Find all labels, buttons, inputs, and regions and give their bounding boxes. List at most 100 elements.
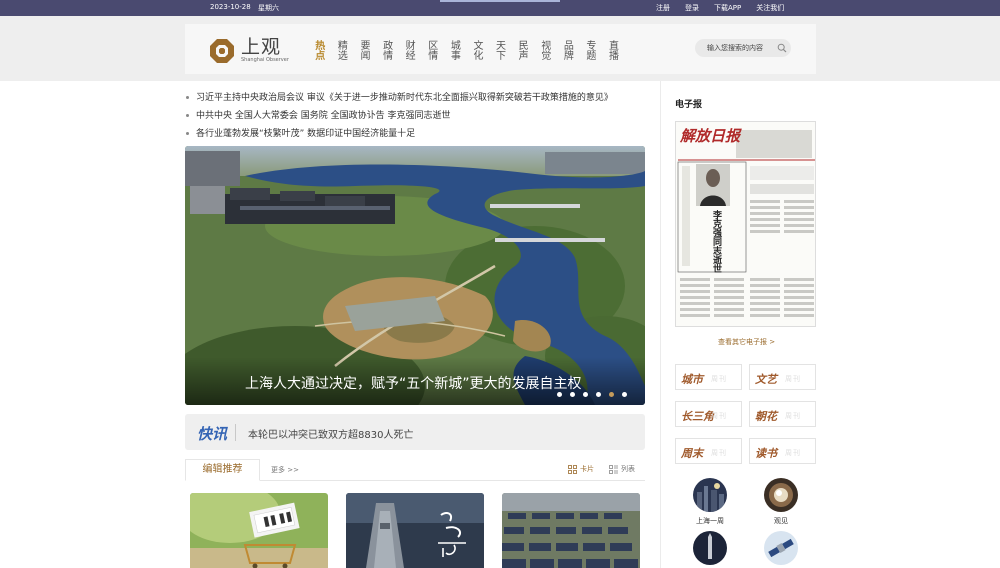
pick-thumbnail-navy[interactable]: [346, 493, 484, 568]
channel-shanghai-weekly[interactable]: [693, 478, 727, 512]
paper-ext: 周刊: [785, 375, 801, 383]
main-nav: 热点 精选 要闻 政情 财经 区情 城事 文化 天下 民声 视觉 品牌 专题 直…: [307, 36, 623, 64]
current-weekday: 星期六: [258, 4, 279, 12]
search-input[interactable]: [707, 42, 772, 54]
list-view-label: 列表: [621, 465, 635, 473]
pick-thumbnail-solar[interactable]: [502, 493, 640, 568]
hero-caption[interactable]: 上海人大通过决定，赋予“五个新城”更大的发展自主权: [245, 373, 582, 393]
logo-octagon-icon: [210, 39, 234, 63]
channel-label: 上海一周: [696, 517, 724, 525]
flash-divider: [235, 424, 236, 441]
logo-subtitle: Shanghai Observer: [241, 57, 289, 63]
channel-label: 观见: [774, 517, 788, 525]
pick-thumbnail-shopping[interactable]: [190, 493, 328, 568]
headline-item[interactable]: 各行业蓬勃发展“枝繁叶茂” 数据印证中国经济能量十足: [186, 125, 646, 143]
epaper-section-title: 电子报: [675, 100, 703, 110]
header: 上观 Shanghai Observer 热点 精选 要闻 政情 财经 区情 城…: [185, 24, 816, 74]
paper-name: 读书: [755, 447, 777, 460]
top-links: 注册 登录 下载APP 关注我们: [656, 3, 784, 13]
register-link[interactable]: 注册: [656, 3, 670, 13]
paper-button-weekend[interactable]: 周末 周刊: [675, 438, 742, 464]
rocket-image: [693, 531, 727, 565]
list-view-toggle[interactable]: 列表: [609, 464, 635, 474]
paper-name: 文艺: [755, 373, 777, 386]
nav-item-topics[interactable]: 专题: [578, 36, 601, 64]
nav-item-districts[interactable]: 区情: [420, 36, 443, 64]
carousel-dot[interactable]: [570, 392, 575, 397]
paper-ext: 周刊: [711, 375, 727, 383]
epaper-masthead: 解放日报: [680, 127, 741, 145]
more-link[interactable]: 更多 >>: [271, 465, 299, 475]
top-bar: 2023-10-28 星期六 注册 登录 下载APP 关注我们: [0, 0, 1000, 16]
header-band: 上观 Shanghai Observer 热点 精选 要闻 政情 财经 区情 城…: [0, 16, 1000, 81]
nav-item-finance[interactable]: 财经: [397, 36, 420, 64]
paper-button-arts[interactable]: 文艺 周刊: [749, 364, 816, 390]
paper-name: 周末: [681, 447, 703, 460]
paper-name: 朝花: [755, 410, 777, 423]
grid-icon: [568, 464, 577, 474]
more-epapers-link[interactable]: 查看其它电子报 >: [718, 337, 775, 347]
paper-ext: 周刊: [711, 449, 727, 457]
site-logo[interactable]: 上观 Shanghai Observer: [209, 32, 299, 66]
nav-item-brand[interactable]: 品牌: [556, 36, 579, 64]
shopping-cart-image: [190, 493, 328, 568]
card-view-toggle[interactable]: 卡片: [568, 464, 594, 474]
channel-fourth[interactable]: [764, 531, 798, 565]
channel-guanjian[interactable]: [764, 478, 798, 512]
headline-item[interactable]: 习近平主持中央政治局会议 审议《关于进一步推动新时代东北全面振兴取得新突破若干政…: [186, 89, 646, 107]
flash-news-logo: 快讯: [197, 425, 228, 443]
card-view-label: 卡片: [580, 465, 594, 473]
search-icon[interactable]: [777, 43, 787, 53]
paper-button-yangtze-delta[interactable]: 长三角 周刊: [675, 401, 742, 427]
hero-carousel[interactable]: 上海人大通过决定，赋予“五个新城”更大的发展自主权: [185, 146, 645, 405]
follow-us-link[interactable]: 关注我们: [756, 3, 784, 13]
carousel-dot[interactable]: [622, 392, 627, 397]
headline-item[interactable]: 中共中央 全国人大常委会 国务院 全国政协讣告 李克强同志逝世: [186, 107, 646, 125]
nav-item-hot[interactable]: 热点: [307, 36, 330, 64]
paper-ext: 周刊: [785, 412, 801, 420]
carousel-dots: [557, 392, 627, 397]
nav-item-politics[interactable]: 政情: [375, 36, 398, 64]
logo-name: 上观: [241, 36, 282, 58]
nav-item-world[interactable]: 天下: [488, 36, 511, 64]
paper-button-city[interactable]: 城市 周刊: [675, 364, 742, 390]
newspaper-image: [676, 122, 815, 326]
paper-ext: 周刊: [711, 412, 727, 420]
carousel-dot[interactable]: [583, 392, 588, 397]
city-night-image: [693, 478, 727, 512]
search-box: [695, 39, 791, 57]
carousel-dot[interactable]: [557, 392, 562, 397]
epaper-front-page[interactable]: 解放日报 李克强同志逝世: [675, 121, 816, 327]
warship-image: [346, 493, 484, 568]
current-date: 2023-10-28: [210, 3, 251, 11]
paper-name: 长三角: [681, 410, 714, 423]
paper-name: 城市: [681, 373, 703, 386]
flash-news-text[interactable]: 本轮巴以冲突已致双方超8830人死亡: [248, 426, 413, 441]
nav-item-city[interactable]: 城事: [443, 36, 466, 64]
satellite-image: [764, 531, 798, 565]
nav-item-featured[interactable]: 精选: [330, 36, 353, 64]
nav-item-news[interactable]: 要闻: [352, 36, 375, 64]
carousel-dot[interactable]: [596, 392, 601, 397]
solar-panels-image: [502, 493, 640, 568]
paper-button-zhaohua[interactable]: 朝花 周刊: [749, 401, 816, 427]
column-divider: [660, 81, 661, 568]
top-bar-accent: [440, 0, 560, 2]
channel-third[interactable]: [693, 531, 727, 565]
light-orb-image: [764, 478, 798, 512]
list-icon: [609, 464, 618, 474]
nav-item-live[interactable]: 直播: [601, 36, 624, 64]
paper-button-books[interactable]: 读书 周刊: [749, 438, 816, 464]
carousel-dot-active[interactable]: [609, 392, 614, 397]
flash-news: 快讯 本轮巴以冲突已致双方超8830人死亡: [185, 414, 645, 450]
epaper-headline-vertical: 李克强同志逝世: [711, 210, 721, 273]
nav-item-public-voice[interactable]: 民声: [510, 36, 533, 64]
editor-picks-bar: 编辑推荐 更多 >> 卡片 列表: [185, 459, 645, 481]
headline-list: 习近平主持中央政治局会议 审议《关于进一步推动新时代东北全面振兴取得新突破若干政…: [186, 89, 646, 143]
paper-ext: 周刊: [785, 449, 801, 457]
nav-item-culture[interactable]: 文化: [465, 36, 488, 64]
login-link[interactable]: 登录: [685, 3, 699, 13]
tab-editor-picks[interactable]: 编辑推荐: [185, 459, 260, 481]
download-app-link[interactable]: 下载APP: [714, 3, 741, 13]
nav-item-visual[interactable]: 视觉: [533, 36, 556, 64]
